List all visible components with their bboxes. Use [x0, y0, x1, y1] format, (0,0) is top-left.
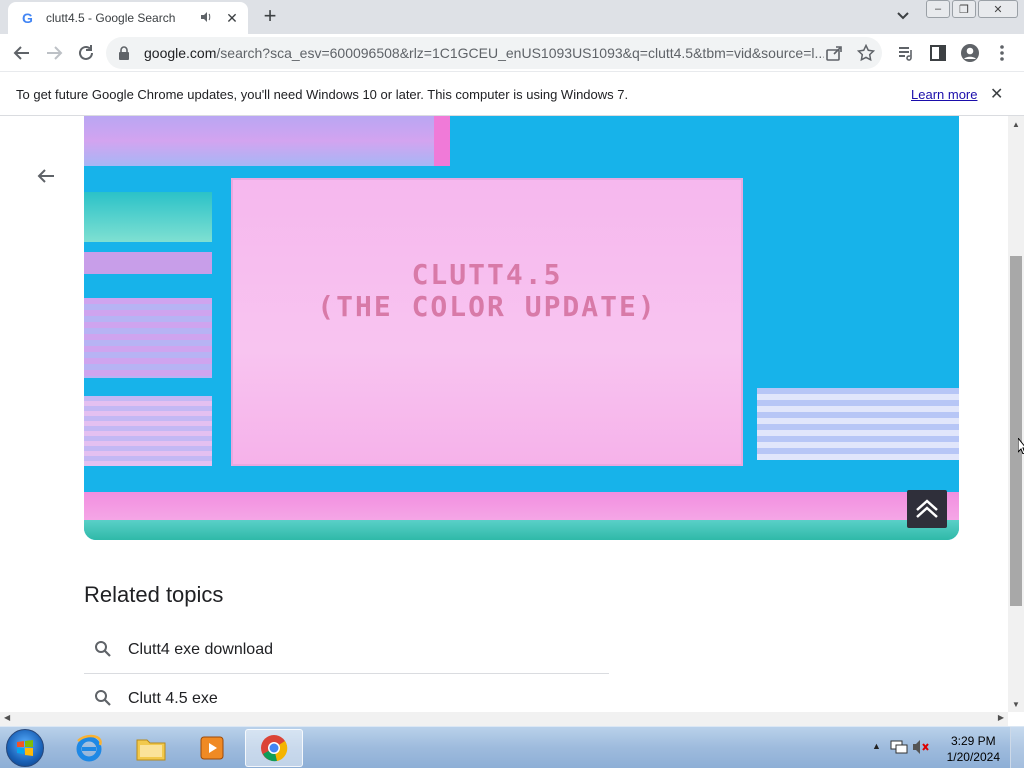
back-icon[interactable]: [11, 42, 33, 64]
infobar-message: To get future Google Chrome updates, you…: [16, 87, 629, 102]
bookmark-star-icon[interactable]: [855, 42, 877, 64]
file-explorer-taskbar-icon[interactable]: [122, 729, 180, 767]
video-title-line1: CLUTT4.5: [411, 258, 563, 291]
tab-search-chevron-icon[interactable]: [896, 8, 914, 26]
lock-icon[interactable]: [118, 46, 132, 60]
search-icon: [94, 640, 114, 660]
horizontal-scrollbar[interactable]: ◀ ▶: [0, 712, 1008, 726]
reload-icon[interactable]: [75, 42, 97, 64]
windows-taskbar: ▲ 3:29 PM 1/20/2024: [0, 726, 1024, 768]
back-arrow-icon[interactable]: [36, 166, 58, 188]
address-bar[interactable]: google.com/search?sca_esv=600096508&rlz=…: [106, 37, 882, 69]
url-text[interactable]: google.com/search?sca_esv=600096508&rlz=…: [144, 45, 824, 61]
scrollbar-thumb[interactable]: [1010, 256, 1022, 606]
minimize-button[interactable]: –: [926, 0, 950, 18]
scroll-left-arrow-icon[interactable]: ◀: [4, 713, 10, 722]
video-player[interactable]: CLUTT4.5 (THE COLOR UPDATE): [84, 116, 959, 540]
video-glitch-band: [84, 252, 212, 274]
clock-date: 1/20/2024: [946, 750, 1000, 764]
window-controls: – ❐ ✕: [926, 0, 1018, 18]
new-tab-button[interactable]: +: [259, 5, 281, 28]
scroll-right-arrow-icon[interactable]: ▶: [998, 713, 1004, 722]
system-tray: ▲ 3:29 PM 1/20/2024: [864, 727, 1024, 768]
page-content: CLUTT4.5 (THE COLOR UPDATE) Related topi…: [0, 116, 1008, 712]
video-glitch-band: [84, 396, 212, 466]
video-glitch-band: [84, 520, 959, 540]
tab-strip: G clutt4.5 - Google Search ✕ + – ❐ ✕: [0, 0, 1024, 34]
video-glitch-band: [84, 492, 959, 520]
restore-button[interactable]: ❐: [952, 0, 976, 18]
double-chevron-up-icon: [916, 499, 938, 518]
related-topic-label: Clutt4 exe download: [128, 640, 273, 658]
scroll-up-arrow-icon[interactable]: ▲: [1011, 120, 1021, 130]
search-icon: [94, 689, 114, 709]
close-window-button[interactable]: ✕: [978, 0, 1018, 18]
vertical-scrollbar[interactable]: ▲ ▼: [1008, 116, 1024, 712]
mouse-cursor-icon: [1018, 438, 1024, 454]
media-player-taskbar-icon[interactable]: [183, 729, 241, 767]
share-icon[interactable]: [823, 42, 845, 64]
browser-toolbar: google.com/search?sca_esv=600096508&rlz=…: [0, 34, 1024, 72]
video-glitch-band: [84, 192, 212, 242]
forward-icon[interactable]: [43, 42, 65, 64]
audio-playing-icon[interactable]: [200, 11, 212, 26]
scroll-down-arrow-icon[interactable]: ▼: [1011, 700, 1021, 710]
video-screen-frame: CLUTT4.5 (THE COLOR UPDATE): [231, 178, 743, 466]
learn-more-link[interactable]: Learn more: [911, 87, 977, 102]
internet-explorer-taskbar-icon[interactable]: [60, 729, 118, 767]
clock-time: 3:29 PM: [950, 734, 996, 748]
volume-muted-icon[interactable]: [912, 739, 930, 755]
media-queue-icon[interactable]: [895, 42, 917, 64]
related-topic-item[interactable]: Clutt4 exe download: [84, 626, 609, 674]
show-desktop-button[interactable]: [1010, 727, 1024, 768]
side-panel-icon[interactable]: [927, 42, 949, 64]
related-topic-item[interactable]: Clutt 4.5 exe: [84, 675, 609, 712]
related-topic-label: Clutt 4.5 exe: [128, 690, 218, 707]
start-button[interactable]: [6, 729, 44, 767]
profile-avatar-icon[interactable]: [959, 42, 981, 64]
infobar-close-icon[interactable]: ✕: [990, 84, 1003, 104]
chrome-taskbar-icon[interactable]: [245, 729, 303, 767]
browser-tab[interactable]: G clutt4.5 - Google Search ✕: [8, 2, 248, 34]
video-glitch-band: [434, 116, 450, 166]
tab-title: clutt4.5 - Google Search: [46, 11, 176, 25]
show-hidden-icons-icon[interactable]: ▲: [872, 741, 881, 751]
windows-logo-icon: [17, 740, 33, 756]
video-title-line2: (THE COLOR UPDATE): [317, 290, 657, 323]
related-topics-heading: Related topics: [84, 582, 224, 607]
video-glitch-band: [757, 388, 959, 460]
google-favicon-icon: G: [20, 10, 36, 26]
network-icon[interactable]: [890, 739, 908, 755]
video-glitch-band: [84, 116, 450, 166]
update-infobar: To get future Google Chrome updates, you…: [0, 72, 1024, 116]
svg-text:G: G: [22, 10, 33, 26]
video-glitch-band: [84, 298, 212, 378]
more-menu-icon[interactable]: [991, 42, 1013, 64]
tab-close-icon[interactable]: ✕: [224, 10, 240, 27]
system-clock[interactable]: 3:29 PM 1/20/2024: [947, 733, 1000, 765]
scroll-top-button[interactable]: [907, 490, 947, 528]
